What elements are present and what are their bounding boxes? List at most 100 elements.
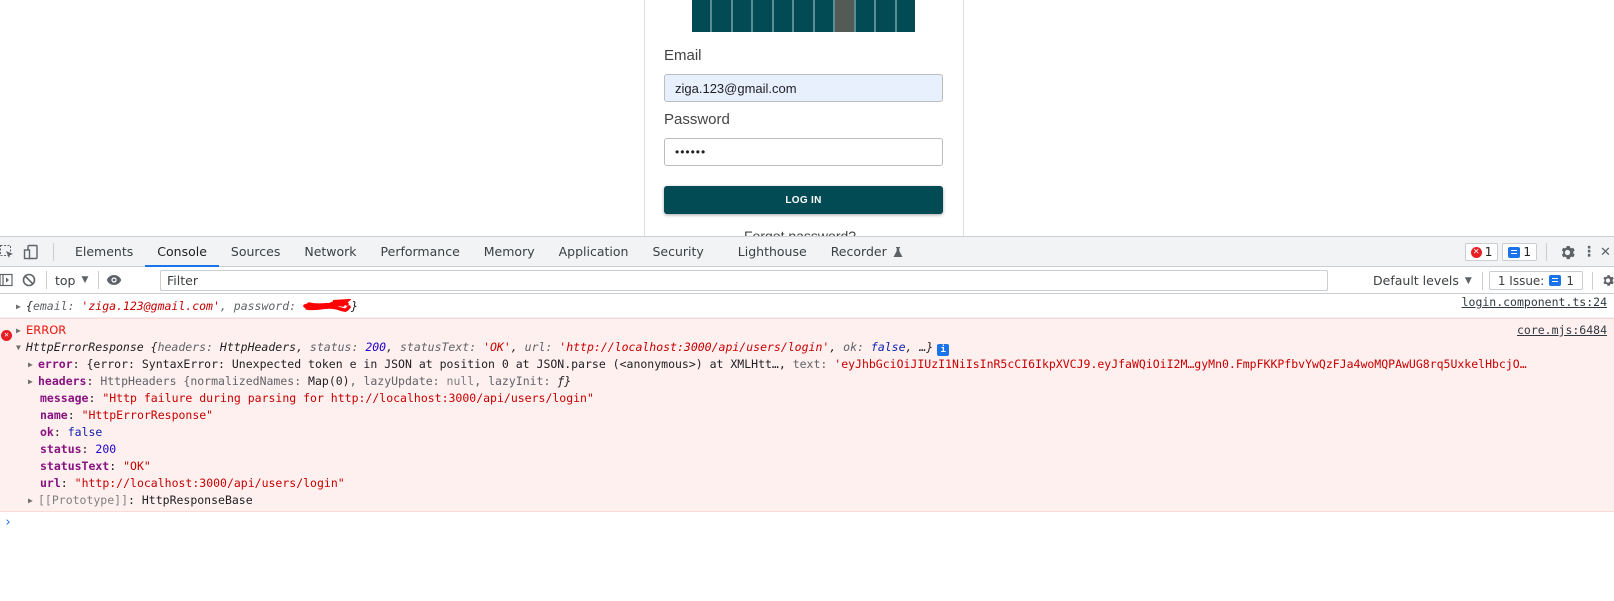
tab-label: Console xyxy=(157,244,207,259)
prop-value: false xyxy=(67,425,103,439)
tab-network[interactable]: Network xyxy=(292,237,368,266)
tab-lighthouse[interactable]: Lighthouse xyxy=(726,237,819,266)
error-count: 1 xyxy=(1484,245,1493,259)
tab-label: Network xyxy=(304,244,357,259)
dropdown-arrow-icon: ▼ xyxy=(1464,275,1472,286)
issues-label: 1 Issue: xyxy=(1497,273,1545,288)
error-count-badge[interactable]: ✕ 1 xyxy=(1464,243,1499,261)
redacted-scribble xyxy=(303,299,352,312)
prop-ok: ok: false xyxy=(40,425,103,439)
expand-arrow-icon[interactable]: ▶ xyxy=(28,492,38,509)
prop-value: 'http://localhost:3000/api/users/login' xyxy=(559,340,830,354)
tab-label: Recorder xyxy=(830,244,887,259)
prop-value: 'eyJhbGciOiJIUzI1NiIsInR5cCI6IkpXVCJ9.ey… xyxy=(834,357,1527,371)
message-icon xyxy=(1508,246,1521,258)
expand-arrow-icon[interactable]: ▶ xyxy=(28,356,38,373)
sidebar-toggle-icon[interactable] xyxy=(0,267,16,294)
info-icon[interactable]: i xyxy=(937,344,950,356)
tab-sources[interactable]: Sources xyxy=(219,237,292,266)
password-label: Password xyxy=(664,111,730,128)
prop-key: error xyxy=(38,357,73,371)
prop-name: name: "HttpErrorResponse" xyxy=(40,408,214,422)
prop-key: name xyxy=(40,408,68,422)
prop-value: 200 xyxy=(95,442,117,456)
message-icon xyxy=(1549,275,1562,286)
expand-arrow-icon[interactable]: ▶ xyxy=(28,373,38,390)
email-field[interactable]: ziga.123@gmail.com xyxy=(664,74,943,102)
message-count: 1 xyxy=(1523,245,1531,259)
prop-key: statusText xyxy=(399,340,470,354)
filter-placeholder: Filter xyxy=(167,273,198,288)
prop-key: message xyxy=(40,391,89,405)
tab-elements[interactable]: Elements xyxy=(63,237,145,266)
prop-key: ok xyxy=(40,425,54,439)
forgot-password-link[interactable]: Forgot password? xyxy=(744,228,856,236)
prop-value: ƒ} xyxy=(557,374,572,388)
console-prompt-input[interactable]: › xyxy=(0,512,1614,534)
divider xyxy=(1592,271,1593,290)
divider xyxy=(1481,271,1483,290)
prompt-chevron-icon: › xyxy=(4,515,12,530)
error-object-summary: ▼ HttpErrorResponse {headers: HttpHeaders… xyxy=(0,339,1614,356)
prop-value: 200 xyxy=(365,340,387,354)
tab-memory[interactable]: Memory xyxy=(472,237,547,266)
expand-arrow-icon[interactable]: ▶ xyxy=(16,298,26,315)
tab-performance[interactable]: Performance xyxy=(369,237,472,266)
close-devtools-icon[interactable]: ✕ xyxy=(1600,245,1614,260)
prop-key: status xyxy=(309,340,352,354)
filter-input[interactable]: Filter xyxy=(160,270,1328,291)
context-selector[interactable]: top ▼ xyxy=(51,273,92,288)
console-output: ▶ {email: 'ziga.123@gmail.com', password:… xyxy=(0,294,1614,534)
object-type: HttpErrorResponse xyxy=(26,340,144,354)
source-link[interactable]: core.mjs:6484 xyxy=(1517,322,1607,339)
prop-statustext: statusText: "OK" xyxy=(40,459,151,473)
tab-label: Sources xyxy=(230,244,281,259)
tab-console[interactable]: Console xyxy=(145,237,219,267)
prop-value: 'OK' xyxy=(483,340,511,354)
prop-value: Map(0) xyxy=(308,374,350,388)
tab-application[interactable]: Application xyxy=(547,237,641,266)
divider xyxy=(1546,243,1547,261)
prop-value: HttpHeaders xyxy=(219,340,297,354)
tab-label: Performance xyxy=(380,244,460,259)
log-levels-dropdown[interactable]: Default levels ▼ xyxy=(1373,273,1482,288)
divider xyxy=(53,242,54,261)
error-label: ERROR xyxy=(26,323,67,337)
tab-label: Application xyxy=(558,244,629,259)
source-link[interactable]: login.component.ts:24 xyxy=(1462,294,1607,311)
prop-key: ok xyxy=(843,340,858,354)
divider xyxy=(46,271,47,289)
more-options-icon[interactable]: ⋮ xyxy=(1578,244,1600,260)
inspect-element-icon[interactable] xyxy=(0,237,18,267)
message-count-badge[interactable]: 1 xyxy=(1502,243,1537,261)
password-field[interactable]: •••••• xyxy=(664,138,943,166)
prop-value: "HttpErrorResponse" xyxy=(81,408,214,422)
prop-value: "http://localhost:3000/api/users/login" xyxy=(74,476,345,490)
ellipsis: …} xyxy=(919,340,934,354)
clear-console-icon[interactable] xyxy=(16,267,42,294)
settings-gear-icon[interactable] xyxy=(1556,245,1578,260)
tab-label: Elements xyxy=(75,244,134,259)
tab-label: Security xyxy=(652,244,704,259)
collapse-arrow-icon[interactable]: ▼ xyxy=(16,339,26,356)
tab-label: Lighthouse xyxy=(737,244,807,259)
expand-arrow-icon[interactable]: ▶ xyxy=(16,322,26,339)
live-expression-eye-icon[interactable] xyxy=(105,274,123,286)
tab-security[interactable]: Security xyxy=(640,237,725,266)
context-value: top xyxy=(55,272,76,288)
issues-button[interactable]: 1 Issue: 1 xyxy=(1488,271,1583,290)
device-toolbar-icon[interactable] xyxy=(18,237,44,267)
prop-error: ▶ error: {error: SyntaxError: Unexpected … xyxy=(28,356,1527,373)
prop-key: email xyxy=(32,299,68,313)
prop-message: message: "Http failure during parsing fo… xyxy=(40,391,594,405)
experiment-flask-icon xyxy=(893,246,903,257)
tab-recorder[interactable]: Recorder xyxy=(819,237,916,266)
login-button[interactable]: LOG IN xyxy=(664,186,943,214)
email-label: Email xyxy=(664,47,702,64)
console-settings-gear-icon[interactable] xyxy=(1602,273,1614,288)
prop-value: null xyxy=(446,374,475,388)
prop-key: url xyxy=(524,340,546,354)
web-page: Email ziga.123@gmail.com Password ••••••… xyxy=(0,0,1614,236)
levels-label: Default levels xyxy=(1373,273,1459,288)
issues-count: 1 xyxy=(1566,273,1574,288)
